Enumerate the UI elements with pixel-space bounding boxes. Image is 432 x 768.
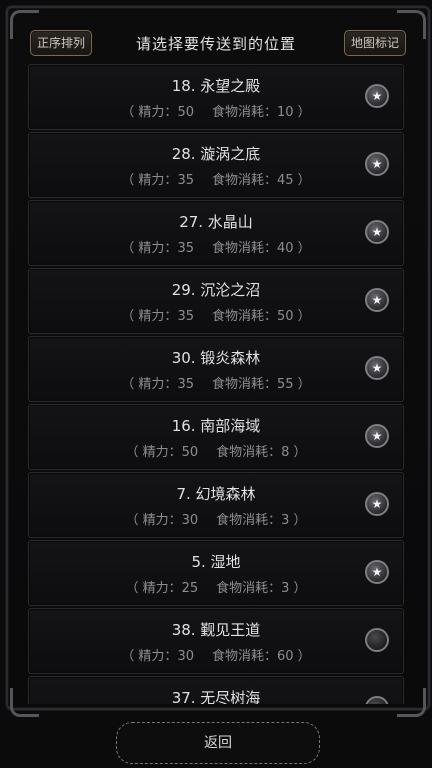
food-label: 食物消耗： xyxy=(216,445,282,460)
location-row[interactable]: 5. 湿地（ 精力：25 食物消耗：3 ） ★ xyxy=(28,540,404,606)
food-value: 55 xyxy=(277,377,294,392)
stamina-label: （ 精力： xyxy=(121,105,178,120)
location-row[interactable]: 28. 漩涡之底 （ 精力：35 食物消耗：45 ） ★ xyxy=(28,132,404,198)
cost-suffix: ） xyxy=(293,649,311,664)
star-icon[interactable]: ★ xyxy=(365,492,389,516)
stamina-value: 35 xyxy=(177,173,194,188)
location-cost: （ 精力：30 食物消耗：3 ） xyxy=(29,509,403,528)
location-name: 29. 沉沦之沼 xyxy=(171,281,261,299)
location-name: 16. 南部海域 xyxy=(171,417,261,435)
favorite-toggle-icon[interactable]: ★ xyxy=(365,628,389,652)
cost-suffix: ） xyxy=(293,309,311,324)
star-icon[interactable]: ★ xyxy=(365,356,389,380)
location-cost: （ 精力：35 食物消耗：45 ） xyxy=(29,169,403,188)
location-row[interactable]: 16. 南部海域（ 精力：50 食物消耗：8 ） ★ xyxy=(28,404,404,470)
food-label: 食物消耗： xyxy=(211,105,277,120)
location-name: 38. 觐见王道 xyxy=(171,621,261,639)
food-label: 食物消耗： xyxy=(211,173,277,188)
stamina-label: （ 精力： xyxy=(125,581,182,596)
stamina-value: 50 xyxy=(177,105,194,120)
location-name: 7. 幻境森林 xyxy=(176,485,256,503)
stamina-value: 35 xyxy=(177,241,194,256)
star-icon[interactable]: ★ xyxy=(365,220,389,244)
star-icon[interactable]: ★ xyxy=(365,288,389,312)
food-label: 食物消耗： xyxy=(211,241,277,256)
location-list[interactable]: 18. 永望之殿（ 精力：50 食物消耗：10 ） ★ 28. 漩涡之底（ 精力：35… xyxy=(28,64,404,704)
star-icon[interactable]: ★ xyxy=(365,560,389,584)
food-value: 40 xyxy=(277,241,294,256)
stamina-label: （ 精力： xyxy=(121,377,178,392)
location-name: 27. 水晶山 xyxy=(179,213,253,231)
map-mark-button[interactable]: 地图标记 xyxy=(343,30,406,56)
location-row[interactable]: 27. 水晶山（ 精力：35 食物消耗：40 ） ★ xyxy=(28,200,404,266)
food-label: 食物消耗： xyxy=(216,513,282,528)
stamina-value: 35 xyxy=(177,377,194,392)
cost-suffix: ） xyxy=(293,173,311,188)
cost-suffix: ） xyxy=(293,377,311,392)
stamina-value: 30 xyxy=(177,649,194,664)
stamina-value: 25 xyxy=(181,581,199,596)
location-name: 30. 锻炎森林 xyxy=(171,349,261,367)
cost-suffix: ） xyxy=(289,581,307,596)
stamina-value: 30 xyxy=(181,513,199,528)
location-cost: （ 精力：25 食物消耗：3 ） xyxy=(29,577,403,596)
food-label: 食物消耗： xyxy=(211,649,277,664)
location-cost: （ 精力：50 食物消耗：8 ） xyxy=(29,441,403,460)
stamina-value: 50 xyxy=(181,445,199,460)
cost-suffix: ） xyxy=(289,445,307,460)
stamina-label: （ 精力： xyxy=(121,173,178,188)
star-icon[interactable]: ★ xyxy=(365,152,389,176)
location-row[interactable]: 29. 沉沦之沼 （ 精力：35 食物消耗：50 ） ★ xyxy=(28,268,404,334)
cost-suffix: ） xyxy=(289,513,307,528)
food-label: 食物消耗： xyxy=(211,377,277,392)
star-icon[interactable]: ★ xyxy=(365,84,389,108)
location-cost: （ 精力：35 食物消耗：55 ） xyxy=(29,373,403,392)
location-name: 5. 湿地 xyxy=(191,553,241,571)
location-cost: （ 精力：50 食物消耗：10 ） xyxy=(29,101,403,120)
location-cost: （ 精力：30 食物消耗：60 ） xyxy=(29,645,403,664)
stamina-label: （ 精力： xyxy=(121,241,178,256)
location-row[interactable]: 18. 永望之殿 （ 精力：50 食物消耗：10 ） ★ xyxy=(28,64,404,130)
cost-suffix: ） xyxy=(293,105,311,120)
location-name: 18. 永望之殿 xyxy=(171,77,261,95)
food-label: 食物消耗： xyxy=(211,309,277,324)
location-cost: （ 精力：35 食物消耗：50 ） xyxy=(29,305,403,324)
food-value: 60 xyxy=(277,649,294,664)
location-row[interactable]: 38. 觐见王道 （ 精力：30 食物消耗：60 ） ★ xyxy=(28,608,404,674)
stamina-label: （ 精力： xyxy=(121,649,178,664)
location-cost: （ 精力：35 食物消耗：40 ） xyxy=(29,237,403,256)
stamina-label: （ 精力： xyxy=(125,445,182,460)
food-value: 10 xyxy=(277,105,294,120)
location-name: 28. 漩涡之底 xyxy=(171,145,261,163)
cost-suffix: ） xyxy=(293,241,311,256)
stamina-label: （ 精力： xyxy=(121,309,178,324)
back-button[interactable]: 返回 xyxy=(116,722,320,764)
location-name: 37. 无尽树海 xyxy=(171,689,261,704)
stamina-label: （ 精力： xyxy=(125,513,182,528)
location-row[interactable]: 7. 幻境森林（ 精力：30 食物消耗：3 ） ★ xyxy=(28,472,404,538)
star-icon[interactable]: ★ xyxy=(365,424,389,448)
location-row[interactable]: 37. 无尽树海★ xyxy=(28,676,404,704)
food-value: 45 xyxy=(277,173,294,188)
food-label: 食物消耗： xyxy=(216,581,282,596)
food-value: 50 xyxy=(277,309,294,324)
location-row[interactable]: 30. 锻炎森林 （ 精力：35 食物消耗：55 ） ★ xyxy=(28,336,404,402)
stamina-value: 35 xyxy=(177,309,194,324)
